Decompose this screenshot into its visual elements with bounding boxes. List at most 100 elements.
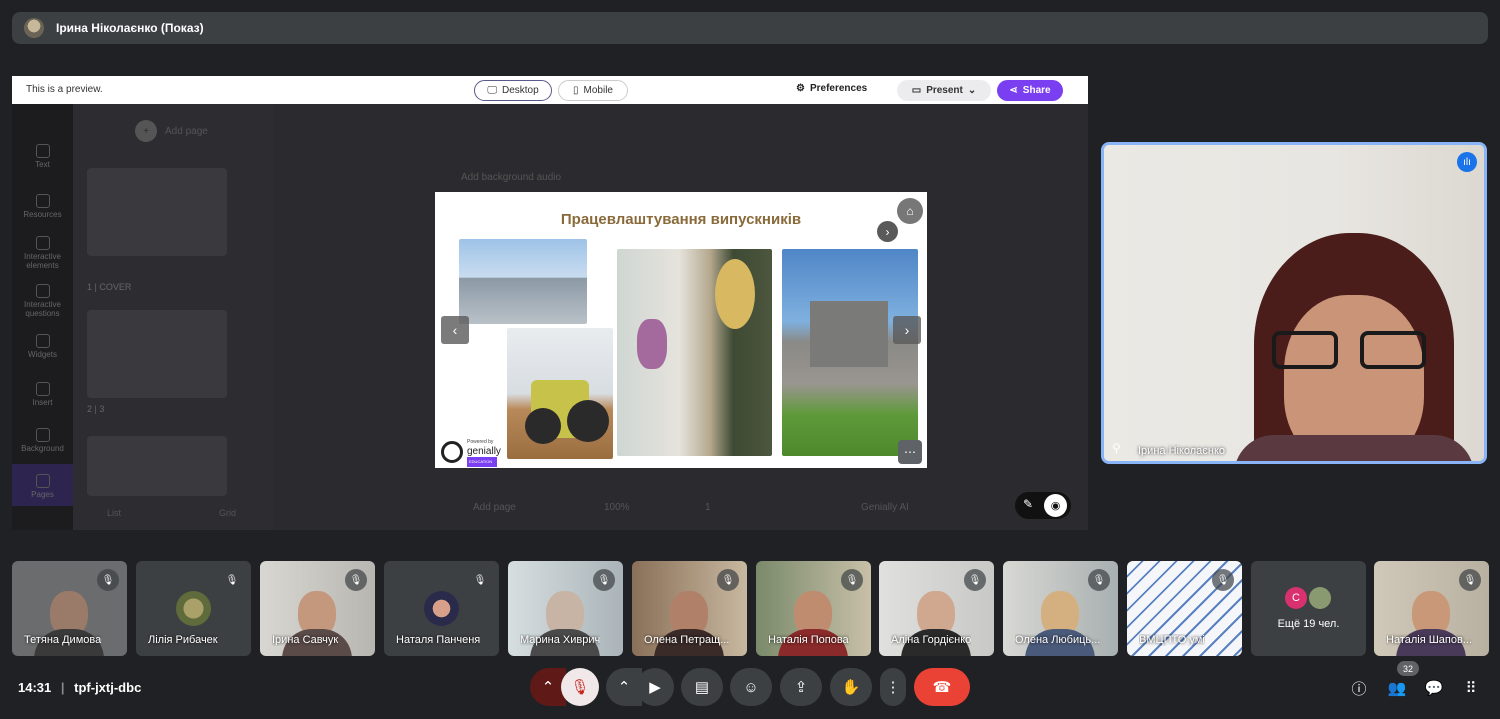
participant-tile[interactable]: 🎙 Наталія Попова [756, 561, 871, 656]
captions-button[interactable]: ▤ [681, 668, 723, 706]
avatar: С [1285, 587, 1307, 609]
photo-silos [459, 239, 587, 324]
participant-tile[interactable]: 🎙 Наталія Шапов... [1374, 561, 1489, 656]
tool-insert[interactable]: Insert [12, 382, 73, 407]
pencil-icon[interactable]: ✎ [1023, 497, 1033, 511]
add-page-button[interactable]: + Add page [135, 120, 208, 142]
tool-widgets[interactable]: Widgets [12, 334, 73, 359]
preferences-button[interactable]: ⚙ Preferences [796, 83, 867, 94]
page-thumbnail[interactable] [87, 436, 227, 496]
mobile-button[interactable]: ▯ Mobile [558, 80, 628, 101]
participant-tile[interactable]: 🎙 Аліна Гордієнко [879, 561, 994, 656]
eye-icon[interactable]: ◉ [1044, 494, 1067, 517]
genially-badge: Powered by genially EDUCATION [441, 437, 501, 467]
desktop-button[interactable]: 🖵 Desktop [474, 80, 552, 101]
add-background-audio[interactable]: Add background audio [461, 172, 561, 183]
apps-icon: ⠿ [1465, 680, 1477, 697]
presenter-bar[interactable]: Ірина Ніколаєнко (Показ) [12, 12, 1488, 44]
hang-up-icon: ☎ [932, 679, 952, 696]
end-call-button[interactable]: ☎ [914, 668, 970, 706]
participant-tile[interactable]: 🎙 Тетяна Димова [12, 561, 127, 656]
previous-slide-button[interactable]: ‹ [441, 316, 469, 344]
participant-name: Марина Хиврич [520, 634, 601, 646]
participant-tile[interactable]: 🎙 Марина Хиврич [508, 561, 623, 656]
globe-icon [35, 236, 50, 250]
mic-toggle-button[interactable]: 🎙 [561, 668, 599, 706]
participant-tile[interactable]: 🎙 Лілія Рибачек [136, 561, 251, 656]
page-thumbnail[interactable] [87, 310, 227, 398]
shapes-icon [35, 194, 50, 208]
tool-interactive-questions[interactable]: Interactive questions [12, 284, 73, 318]
tool-pages[interactable]: Pages [12, 464, 73, 506]
avatar [1309, 587, 1331, 609]
raise-hand-button[interactable]: ✋ [830, 668, 872, 706]
genially-logo [441, 441, 463, 463]
grid-view-button[interactable]: Grid [219, 508, 236, 518]
photo-laboratory [617, 249, 772, 456]
mic-off-icon: 🎙 [469, 569, 491, 591]
background-icon [35, 428, 50, 442]
participant-name: Ірина Савчук [272, 634, 339, 646]
slide-more-options[interactable]: ⋯ [898, 440, 922, 464]
chat-button[interactable]: 💬 [1422, 676, 1446, 700]
participant-name: ВМЦПТО умі [1139, 634, 1205, 646]
emoji-button[interactable]: ☺ [730, 668, 772, 706]
more-horiz-icon: ⋯ [904, 445, 916, 459]
mic-off-icon: 🎙 [570, 679, 590, 696]
pin-icon[interactable]: ⚲ [1112, 441, 1121, 455]
participant-name: Аліна Гордієнко [891, 634, 972, 646]
tool-interactive-elements[interactable]: Interactive elements [12, 236, 73, 270]
activities-button[interactable]: ⠿ [1459, 676, 1483, 700]
speaker-tile[interactable]: ⚲ Ірина Ніколаєнко ılı [1101, 142, 1487, 464]
participant-tile[interactable]: 🎙 Олена Петращ... [632, 561, 747, 656]
share-button[interactable]: ⋖ Share [997, 80, 1063, 101]
participant-tile[interactable]: 🎙 Олена Любиць... [1003, 561, 1118, 656]
speaker-name: Ірина Ніколаєнко [1138, 445, 1226, 457]
participant-tile[interactable]: 🎙 Ірина Савчук [260, 561, 375, 656]
present-icon: ▭ [911, 85, 922, 96]
preview-text: This is a preview. [26, 84, 103, 95]
edit-view-toggle[interactable]: ✎ ◉ [1015, 492, 1071, 519]
add-page-label: Add page [165, 125, 208, 137]
present-screen-button[interactable]: ⇪ [780, 668, 822, 706]
people-button[interactable]: 👥 [1385, 676, 1409, 700]
more-participants-tile[interactable]: С Ещё 19 чел. [1251, 561, 1366, 656]
participant-name: Наталя Панченя [396, 634, 481, 646]
info-icon: ⓘ [1351, 680, 1367, 698]
avatar [176, 591, 211, 626]
present-screen-icon: ⇪ [794, 679, 808, 696]
captions-icon: ▤ [694, 679, 710, 696]
widget-icon [35, 334, 50, 348]
lock-icon[interactable]: ⌂ [897, 198, 923, 224]
participant-tile[interactable]: 🎙 ВМЦПТО умі [1127, 561, 1242, 656]
camera-toggle-button[interactable]: ▶ [636, 668, 674, 706]
more-vert-icon: ⋮ [885, 679, 901, 696]
presentation-slide: Працевлаштування випускників ⌂ › ‹ › Pow… [435, 192, 927, 468]
mic-off-icon: 🎙 [1459, 569, 1481, 591]
page-thumbnail[interactable] [87, 168, 227, 256]
participant-name: Лілія Рибачек [148, 634, 218, 646]
mic-off-icon: 🎙 [717, 569, 739, 591]
tool-resources[interactable]: Resources [12, 194, 73, 219]
next-slide-button[interactable]: › [893, 316, 921, 344]
emoji-icon: ☺ [743, 678, 759, 696]
present-button[interactable]: ▭ Present ⌄ [897, 80, 991, 101]
participant-name: Наталія Попова [768, 634, 849, 646]
presenter-avatar [24, 18, 44, 38]
people-count-badge: 32 [1397, 661, 1419, 676]
tool-text[interactable]: Text [12, 144, 73, 169]
genially-ai-button[interactable]: Genially AI [861, 502, 909, 513]
page-label: 2 | 3 [87, 404, 105, 414]
chevron-right-icon[interactable]: › [877, 221, 898, 242]
participant-tile[interactable]: 🎙 Наталя Панченя [384, 561, 499, 656]
mic-off-icon: 🎙 [345, 569, 367, 591]
bottom-add-page[interactable]: Add page [473, 502, 516, 513]
mic-off-icon: 🎙 [1088, 569, 1110, 591]
chevron-right-icon: › [904, 322, 910, 338]
list-view-button[interactable]: List [107, 508, 121, 518]
meeting-details-button[interactable]: ⓘ [1347, 676, 1371, 700]
more-options-button[interactable]: ⋮ [880, 668, 906, 706]
share-icon: ⋖ [1009, 85, 1018, 96]
tool-background[interactable]: Background [12, 428, 73, 453]
text-icon [35, 144, 50, 158]
